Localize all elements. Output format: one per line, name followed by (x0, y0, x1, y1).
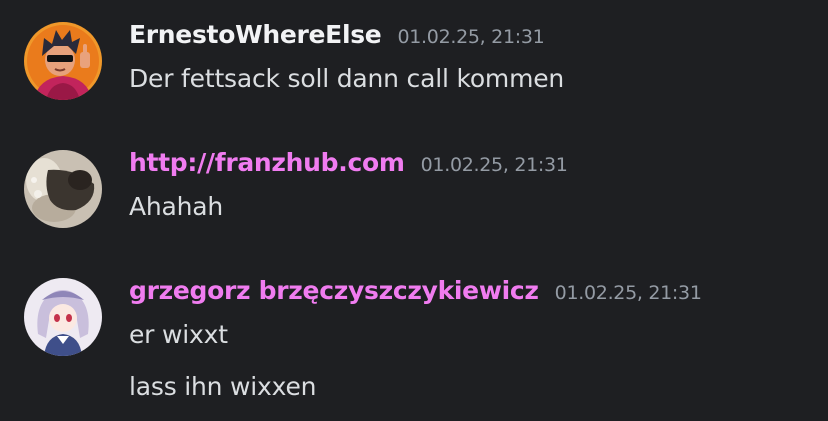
timestamp[interactable]: 01.02.25, 21:31 (555, 273, 702, 313)
timestamp[interactable]: 01.02.25, 21:31 (421, 145, 568, 185)
message-text: Ahahah (129, 192, 224, 221)
message-text: Der fettsack soll dann call kommen (129, 64, 565, 93)
avatar-blurry-photo-icon[interactable] (24, 150, 102, 228)
message-header: ErnestoWhereElse 01.02.25, 21:31 (129, 15, 545, 57)
message-header: http://franzhub.com 01.02.25, 21:31 (129, 143, 568, 183)
username[interactable]: http://franzhub.com (129, 143, 405, 183)
message-text: lass ihn wixxen (129, 372, 317, 401)
avatar-dark-hair-sunglasses-icon[interactable] (24, 22, 102, 100)
username[interactable]: grzegorz brzęczyszczykiewicz (129, 271, 539, 311)
timestamp[interactable]: 01.02.25, 21:31 (397, 17, 544, 57)
message-list: ErnestoWhereElse 01.02.25, 21:31 Der fet… (0, 0, 828, 421)
avatar-anime-character-icon[interactable] (24, 278, 102, 356)
message-text: er wixxt (129, 320, 228, 349)
message-header: grzegorz brzęczyszczykiewicz 01.02.25, 2… (129, 271, 702, 311)
username[interactable]: ErnestoWhereElse (129, 15, 382, 55)
